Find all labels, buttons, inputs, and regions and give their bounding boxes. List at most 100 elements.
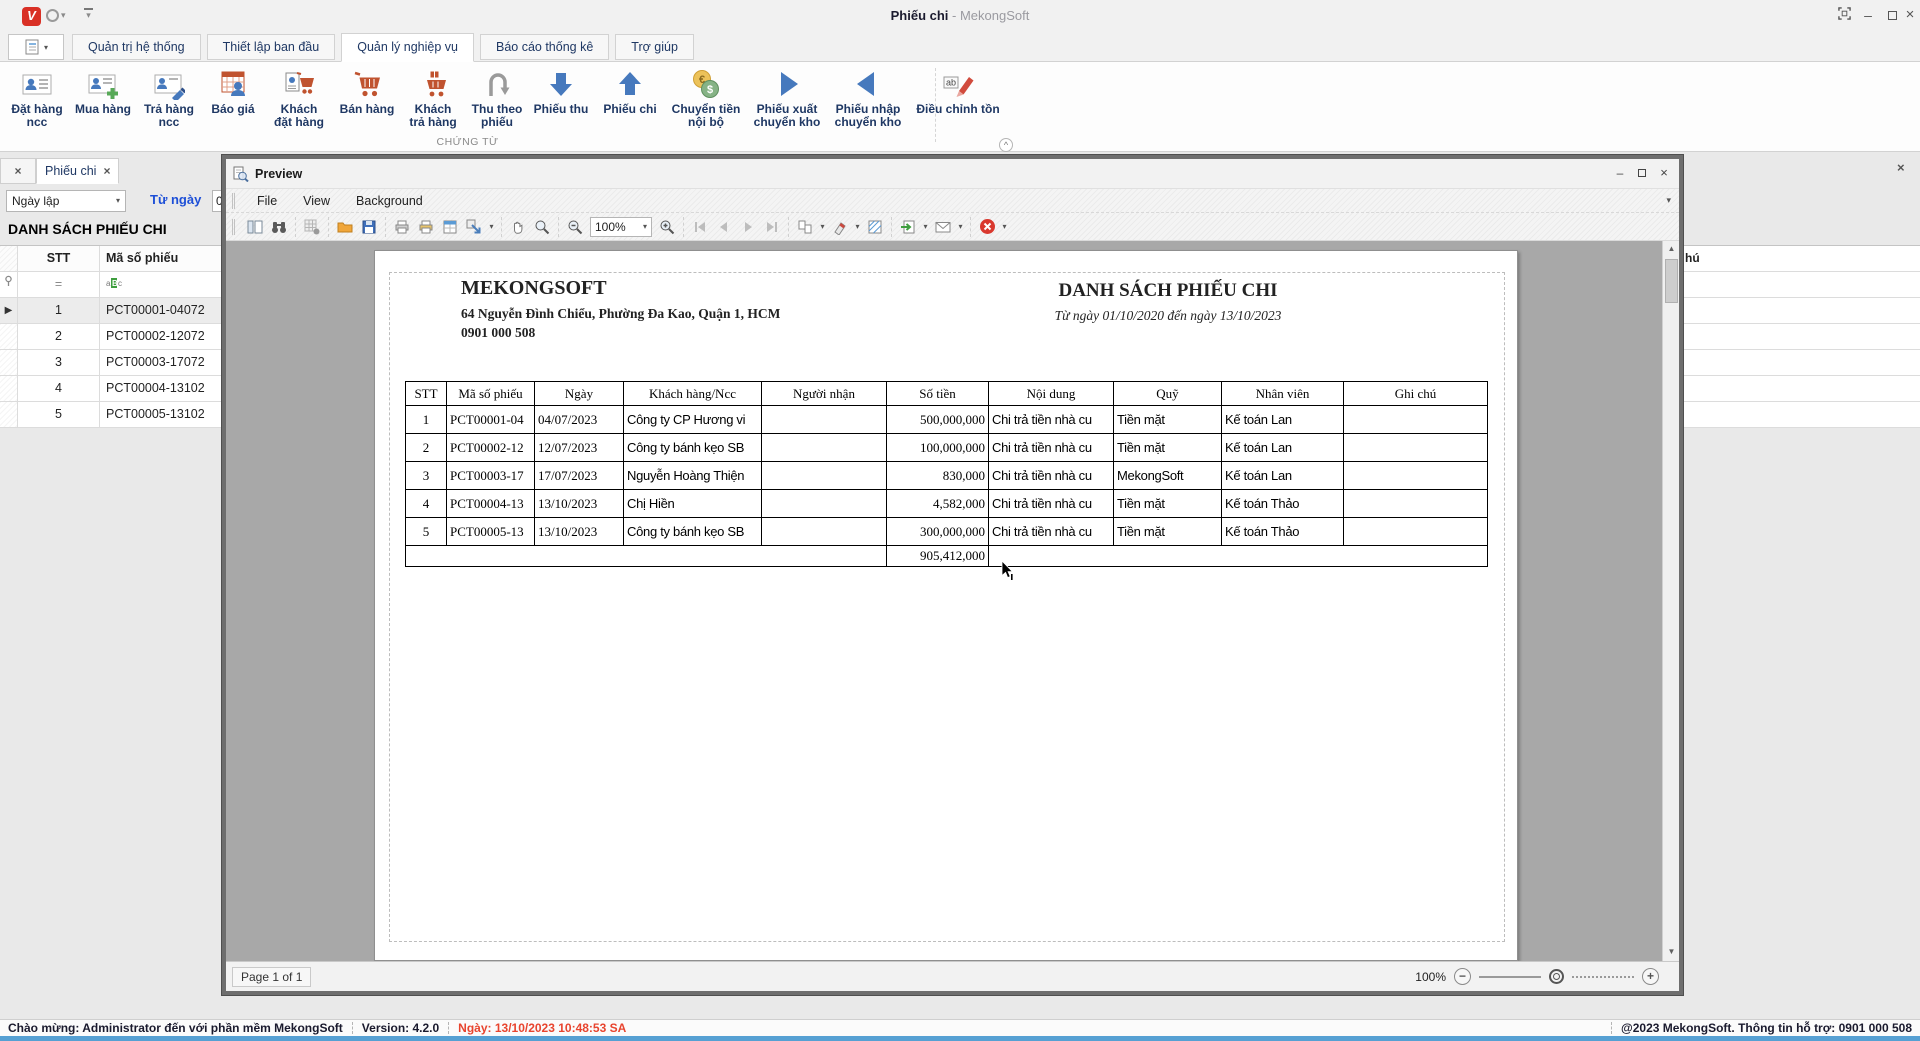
open-icon[interactable] bbox=[333, 216, 357, 238]
cell-amount: 830,000 bbox=[887, 462, 989, 490]
search-icon[interactable] bbox=[267, 216, 291, 238]
app-statusbar: Chào mừng: Administrator đến với phần mề… bbox=[0, 1019, 1920, 1036]
scroll-down-icon[interactable]: ▼ bbox=[1663, 944, 1679, 961]
date-field-select[interactable]: Ngày lập ▾ bbox=[6, 190, 126, 212]
ribbon-button-phieu-chi[interactable]: Phiếu chi bbox=[594, 64, 666, 136]
tab-tro-giup[interactable]: Trợ giúp bbox=[615, 34, 694, 60]
last-page-icon[interactable] bbox=[760, 216, 784, 238]
ribbon-button-ban-hang[interactable]: Bán hàng bbox=[334, 64, 400, 136]
minimize-icon[interactable]: – bbox=[1858, 6, 1878, 26]
column-header-ma-so-phieu[interactable]: Mã số phiếu bbox=[100, 246, 222, 271]
app-logo-icon[interactable]: V bbox=[22, 7, 41, 26]
page-setup-icon[interactable] bbox=[438, 216, 462, 238]
ribbon-button-mua-hang[interactable]: Mua hàng bbox=[70, 64, 136, 136]
quick-print-icon[interactable] bbox=[414, 216, 438, 238]
ribbon-button-chuyen-tien-noi-bo[interactable]: €$ Chuyển tiềnnội bộ bbox=[666, 64, 746, 136]
scale-icon[interactable] bbox=[462, 216, 486, 238]
drag-grip[interactable] bbox=[232, 193, 237, 209]
drag-grip[interactable] bbox=[232, 219, 237, 235]
multiple-pages-icon[interactable] bbox=[793, 216, 817, 238]
watermark-icon[interactable] bbox=[863, 216, 887, 238]
table-row[interactable]: 5 PCT00005-13102 bbox=[0, 402, 222, 428]
menu-overflow-icon[interactable]: ▾ bbox=[1666, 195, 1671, 206]
chevron-down-icon[interactable]: ▾ bbox=[955, 222, 966, 231]
maximize-icon[interactable] bbox=[1882, 6, 1902, 26]
ribbon-button-dieu-chinh-ton[interactable]: ab Điều chỉnh tồn bbox=[908, 64, 1008, 136]
zoom-combo[interactable]: 100% ▾ bbox=[590, 217, 652, 237]
close-icon[interactable]: × bbox=[1900, 6, 1920, 26]
ribbon-button-phieu-xuat-chuyen-kho[interactable]: Phiếu xuấtchuyển kho bbox=[746, 64, 828, 136]
menu-background[interactable]: Background bbox=[344, 190, 435, 212]
vertical-scrollbar[interactable]: ▲ ▼ bbox=[1662, 241, 1679, 961]
chevron-down-icon[interactable]: ▾ bbox=[817, 222, 828, 231]
menu-view[interactable]: View bbox=[291, 190, 342, 212]
filter-pin-icon[interactable] bbox=[0, 272, 18, 297]
scrollbar-thumb[interactable] bbox=[1665, 259, 1678, 303]
cell-content: Chi trả tiền nhà cu bbox=[989, 406, 1114, 434]
table-row[interactable]: ▶ 1 PCT00001-04072 bbox=[0, 298, 222, 324]
first-page-icon[interactable] bbox=[688, 216, 712, 238]
prev-page-icon[interactable] bbox=[712, 216, 736, 238]
quick-access-customize-icon[interactable]: ▾ bbox=[84, 8, 93, 18]
ribbon-collapse-icon[interactable]: ^ bbox=[999, 138, 1013, 152]
close-icon[interactable]: × bbox=[14, 164, 21, 178]
magnifier-icon[interactable] bbox=[530, 216, 554, 238]
page-margin-guides bbox=[389, 272, 1505, 942]
chevron-down-icon: ▾ bbox=[643, 222, 647, 231]
chevron-down-icon[interactable]: ▾ bbox=[999, 222, 1010, 231]
ribbon-button-khach-tra-hang[interactable]: Kháchtrả hàng bbox=[400, 64, 466, 136]
zoom-slider-knob[interactable] bbox=[1549, 969, 1564, 984]
ribbon-button-khach-dat-hang[interactable]: Kháchđặt hàng bbox=[264, 64, 334, 136]
maximize-icon[interactable] bbox=[1633, 165, 1651, 183]
minimize-icon[interactable]: – bbox=[1611, 165, 1629, 183]
tab-phieu-chi[interactable]: Phiếu chi × bbox=[36, 158, 119, 184]
filter-op-equals[interactable]: = bbox=[18, 272, 100, 297]
next-page-icon[interactable] bbox=[736, 216, 760, 238]
document-map-icon[interactable] bbox=[243, 216, 267, 238]
fit-screen-icon[interactable] bbox=[1834, 6, 1854, 26]
table-row[interactable]: 3 PCT00003-17072 bbox=[0, 350, 222, 376]
tab-bao-cao-thong-ke[interactable]: Báo cáo thống kê bbox=[480, 34, 609, 60]
chevron-down-icon[interactable]: ▾ bbox=[486, 222, 497, 231]
ribbon-button-phieu-nhap-chuyen-kho[interactable]: Phiếu nhậpchuyển kho bbox=[828, 64, 908, 136]
table-row[interactable]: 2 PCT00002-12072 bbox=[0, 324, 222, 350]
email-icon[interactable] bbox=[931, 216, 955, 238]
zoom-track-left[interactable] bbox=[1479, 976, 1541, 978]
report-page: MEKONGSOFT 64 Nguyễn Đình Chiểu, Phường … bbox=[374, 250, 1518, 961]
tab-close-only[interactable]: × bbox=[0, 158, 36, 184]
tab-thiet-lap-ban-dau[interactable]: Thiết lập ban đầu bbox=[207, 34, 336, 60]
hand-tool-icon[interactable] bbox=[506, 216, 530, 238]
ribbon-button-thu-theo-phieu[interactable]: Thu theophiếu bbox=[466, 64, 528, 136]
ribbon-button-tra-hang-ncc[interactable]: Trả hàngncc bbox=[136, 64, 202, 136]
preview-titlebar[interactable]: Preview – × bbox=[226, 159, 1679, 189]
close-icon[interactable]: × bbox=[1655, 165, 1673, 183]
zoom-in-icon[interactable] bbox=[655, 216, 679, 238]
print-icon[interactable] bbox=[390, 216, 414, 238]
column-header-stt[interactable]: STT bbox=[18, 246, 100, 271]
table-row[interactable]: 4 PCT00004-13102 bbox=[0, 376, 222, 402]
menu-file[interactable]: File bbox=[245, 190, 289, 212]
abc-filter-icon[interactable]: aBc bbox=[100, 272, 222, 297]
ribbon-button-bao-gia[interactable]: Báo giá bbox=[202, 64, 264, 136]
export-icon[interactable] bbox=[896, 216, 920, 238]
chevron-down-icon[interactable]: ▾ bbox=[852, 222, 863, 231]
chevron-down-icon[interactable]: ▾ bbox=[920, 222, 931, 231]
tab-quan-ly-nghiep-vu[interactable]: Quản lý nghiệp vụ bbox=[341, 33, 474, 62]
save-icon[interactable] bbox=[357, 216, 381, 238]
zoom-track-right[interactable] bbox=[1572, 976, 1634, 978]
page-color-icon[interactable] bbox=[828, 216, 852, 238]
zoom-in-button[interactable]: + bbox=[1642, 968, 1659, 985]
zoom-out-button[interactable]: − bbox=[1454, 968, 1471, 985]
app-menu-button[interactable]: ▾ bbox=[8, 34, 64, 60]
close-icon[interactable]: × bbox=[103, 164, 110, 178]
tab-quan-tri-he-thong[interactable]: Quản trị hệ thống bbox=[72, 34, 201, 60]
zoom-out-icon[interactable] bbox=[563, 216, 587, 238]
ribbon-button-phieu-thu[interactable]: Phiếu thu bbox=[528, 64, 594, 136]
quick-access-circle-icon[interactable]: ▾ bbox=[46, 9, 66, 22]
scroll-up-icon[interactable]: ▲ bbox=[1663, 241, 1679, 258]
close-icon[interactable]: × bbox=[1897, 160, 1905, 175]
from-date-input[interactable]: 0 bbox=[212, 190, 222, 212]
customize-grid-icon[interactable] bbox=[300, 216, 324, 238]
ribbon-button-dat-hang-ncc[interactable]: Đặt hàngncc bbox=[4, 64, 70, 136]
close-preview-icon[interactable] bbox=[975, 216, 999, 238]
